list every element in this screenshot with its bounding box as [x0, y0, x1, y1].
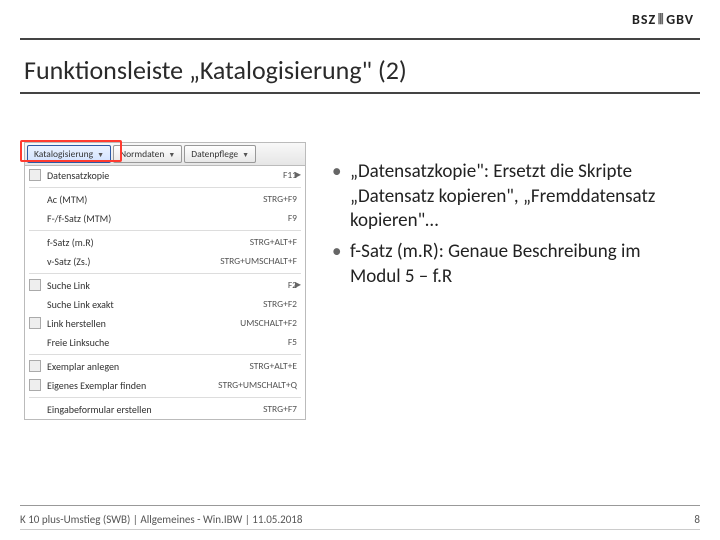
item-icon: [29, 169, 41, 181]
menu-separator: [29, 230, 301, 231]
menu-item-label: Suche Link: [47, 279, 90, 292]
menu-separator: [29, 354, 301, 355]
menu-katalogisierung[interactable]: Katalogisierung ▼: [27, 145, 111, 163]
menu-label: Datenpflege: [191, 148, 238, 160]
chevron-down-icon: ▼: [242, 150, 249, 159]
chevron-down-icon: ▼: [97, 150, 104, 159]
menu-item[interactable]: Suche LinkF2▶: [25, 276, 305, 295]
logo-left: BSZ: [632, 11, 656, 28]
menu-item[interactable]: Link herstellen UMSCHALT+F2: [25, 314, 305, 333]
footer: K 10 plus-Umstieg (SWB) | Allgemeines - …: [20, 513, 700, 526]
menu-item-label: Ac (MTM): [47, 193, 87, 206]
menu-normdaten[interactable]: Normdaten ▼: [113, 145, 182, 163]
menu-item-shortcut: STRG+F2: [263, 298, 297, 311]
footer-rule-2: [20, 529, 700, 530]
item-icon: [29, 317, 41, 329]
logo: BSZ⦀GBV: [632, 11, 694, 28]
menu-item[interactable]: v-Satz (Zs.) STRG+UMSCHALT+F: [25, 252, 305, 271]
menu-item-label: v-Satz (Zs.): [47, 255, 90, 268]
toolbar-screenshot: Katalogisierung ▼ Normdaten ▼ Datenpfleg…: [24, 142, 306, 420]
menu-datenpflege[interactable]: Datenpflege ▼: [184, 145, 256, 163]
menu-item-shortcut: UMSCHALT+F2: [240, 317, 297, 330]
menubar: Katalogisierung ▼ Normdaten ▼ Datenpfleg…: [25, 143, 305, 166]
menu-item-label: Link herstellen: [47, 317, 106, 330]
bullet-item: „Datensatzkopie": Ersetzt die Skripte „D…: [330, 160, 690, 234]
menu-item[interactable]: Freie Linksuche F5: [25, 333, 305, 352]
menu-item[interactable]: Ac (MTM) STRG+F9: [25, 190, 305, 209]
menu-item-shortcut: STRG+UMSCHALT+F: [220, 255, 297, 268]
bullet-item: f-Satz (m.R): Genaue Beschreibung im Mod…: [330, 240, 690, 289]
menu-item[interactable]: Eingabeformular erstellen STRG+F7: [25, 400, 305, 419]
menu-item-shortcut: F9: [288, 212, 297, 225]
menu-item-shortcut: STRG+ALT+E: [249, 360, 297, 373]
bullet-list: „Datensatzkopie": Ersetzt die Skripte „D…: [330, 160, 690, 295]
menu-item-shortcut: STRG+ALT+F: [250, 236, 297, 249]
menu-item-shortcut: STRG+F9: [263, 193, 297, 206]
menu-separator: [29, 273, 301, 274]
menu-item-shortcut: F5: [288, 336, 297, 349]
menu-item[interactable]: f-Satz (m.R) STRG+ALT+F: [25, 233, 305, 252]
dropdown-menu: DatensatzkopieF11▶ Ac (MTM) STRG+F9 F-/f-Sa…: [25, 166, 305, 419]
menu-item-label: Suche Link exakt: [47, 298, 114, 311]
item-icon: [29, 360, 41, 372]
menu-item[interactable]: F-/f-Satz (MTM) F9: [25, 209, 305, 228]
menu-item[interactable]: DatensatzkopieF11▶: [25, 166, 305, 185]
menu-item[interactable]: Exemplar anlegen STRG+ALT+E: [25, 357, 305, 376]
menu-item-label: Eingabeformular erstellen: [47, 403, 152, 416]
footer-rule: [20, 505, 700, 506]
header-bar: BSZ⦀GBV: [20, 0, 700, 40]
footer-text: K 10 plus-Umstieg (SWB) | Allgemeines - …: [20, 513, 302, 526]
menu-label: Normdaten: [120, 148, 164, 160]
menu-label: Katalogisierung: [34, 148, 93, 160]
logo-separator: ⦀: [656, 11, 666, 28]
menu-separator: [29, 397, 301, 398]
chevron-right-icon: ▶: [295, 280, 301, 290]
chevron-down-icon: ▼: [168, 150, 175, 159]
menu-item-shortcut: STRG+UMSCHALT+Q: [218, 379, 297, 392]
menu-item-label: Eigenes Exemplar finden: [47, 379, 146, 392]
item-icon: [29, 379, 41, 391]
menu-item-label: F-/f-Satz (MTM): [47, 212, 111, 225]
menu-separator: [29, 187, 301, 188]
menu-item-shortcut: STRG+F7: [263, 403, 297, 416]
title-underline: [20, 92, 700, 94]
logo-right: GBV: [666, 11, 694, 28]
slide-title: Funktionsleiste „Katalogisierung" (2): [24, 54, 407, 86]
menu-item-label: Freie Linksuche: [47, 336, 109, 349]
menu-item[interactable]: Suche Link exakt STRG+F2: [25, 295, 305, 314]
menu-item[interactable]: Eigenes Exemplar finden STRG+UMSCHALT+Q: [25, 376, 305, 395]
chevron-right-icon: ▶: [295, 170, 301, 180]
menu-item-label: Exemplar anlegen: [47, 360, 119, 373]
menu-item-label: f-Satz (m.R): [47, 236, 94, 249]
page-number: 8: [694, 513, 700, 526]
menu-item-label: Datensatzkopie: [47, 169, 109, 182]
item-icon: [29, 279, 41, 291]
